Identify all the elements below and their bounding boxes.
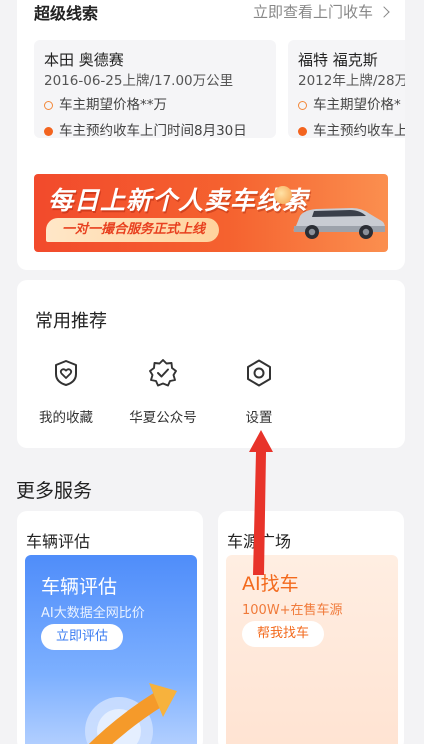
car-source-subtitle: 100W+在售车源 xyxy=(242,603,343,618)
favorites-entry[interactable]: 我的收藏 xyxy=(18,358,114,426)
more-services-title: 更多服务 xyxy=(16,480,93,502)
valuation-panel: 车辆评估 AI大数据全网比价 立即评估 xyxy=(25,555,197,744)
super-leads-header: 超级线索 立即查看上门收车 xyxy=(34,0,390,23)
daily-leads-banner[interactable]: 每日上新个人卖车线索 一对一撮合服务正式上线 xyxy=(34,174,388,252)
official-account-label: 华夏公众号 xyxy=(129,410,197,426)
badge-check-icon xyxy=(149,359,177,387)
view-pickup-label: 立即查看上门收车 xyxy=(252,3,373,21)
car-name: 本田 奥德赛 xyxy=(44,51,124,69)
car-meta: 2016-06-25上牌/17.00万公里 xyxy=(44,73,234,89)
ai-find-car-title: AI找车 xyxy=(242,573,299,595)
solid-dot-icon xyxy=(298,126,307,136)
find-car-for-me-button[interactable]: 帮我找车 xyxy=(242,621,324,647)
hollow-dot-icon xyxy=(298,100,307,110)
heart-shield-icon xyxy=(55,360,77,386)
chevron-right-icon xyxy=(378,5,390,18)
favorites-label: 我的收藏 xyxy=(39,410,93,426)
common-recommend-card: 常用推荐 我的收藏 华夏公众号 设置 xyxy=(17,280,405,448)
super-leads-title: 超级线索 xyxy=(34,4,99,23)
recommend-title: 常用推荐 xyxy=(35,311,107,332)
expected-price-line: 车主期望价格* xyxy=(298,92,405,118)
car-name: 福特 福克斯 xyxy=(298,51,378,69)
lead-car-item[interactable]: 福特 福克斯 2012年上牌/28万 车主期望价格* 车主预约收车上 xyxy=(288,40,405,138)
lead-car-item[interactable]: 本田 奥德赛 2016-06-25上牌/17.00万公里 车主期望价格**万 车… xyxy=(34,40,276,138)
banner-subtitle: 一对一撮合服务正式上线 xyxy=(46,218,220,242)
settings-label: 设置 xyxy=(245,410,273,426)
car-source-card[interactable]: 车源广场 AI找车 100W+在售车源 帮我找车 xyxy=(218,511,404,744)
valuation-header: 车辆评估 xyxy=(26,532,91,551)
solid-dot-icon xyxy=(44,126,53,136)
pickup-time-line: 车主预约收车上 xyxy=(298,118,405,138)
car-source-panel: AI找车 100W+在售车源 帮我找车 xyxy=(226,555,398,744)
expected-price-text: 车主期望价格* xyxy=(313,97,401,113)
car-source-header: 车源广场 xyxy=(227,532,292,551)
expected-price-text: 车主期望价格**万 xyxy=(59,97,167,113)
valuation-subtitle: AI大数据全网比价 xyxy=(41,606,145,621)
official-account-entry[interactable]: 华夏公众号 xyxy=(115,358,211,426)
suv-car-icon xyxy=(293,208,385,239)
settings-hexagon-icon xyxy=(247,359,271,387)
view-pickup-link[interactable]: 立即查看上门收车 xyxy=(252,1,390,22)
trend-arrow-icon xyxy=(85,683,177,744)
expected-price-line: 车主期望价格**万 xyxy=(44,92,266,118)
super-leads-card: 超级线索 立即查看上门收车 本田 奥德赛 2016-06-25上牌/17.00万… xyxy=(17,0,405,270)
settings-entry[interactable]: 设置 xyxy=(211,358,307,426)
vehicle-valuation-card[interactable]: 车辆评估 车辆评估 AI大数据全网比价 立即评估 xyxy=(17,511,203,744)
car-meta: 2012年上牌/28万 xyxy=(298,73,405,89)
banner-title: 每日上新个人卖车线索 xyxy=(48,186,309,215)
pickup-time-text: 车主预约收车上门时间8月30日 xyxy=(59,123,247,138)
pickup-time-text: 车主预约收车上 xyxy=(313,123,405,138)
valuation-title: 车辆评估 xyxy=(41,576,118,598)
hollow-dot-icon xyxy=(44,100,53,110)
evaluate-now-button[interactable]: 立即评估 xyxy=(41,624,123,650)
pickup-time-line: 车主预约收车上门时间8月30日 xyxy=(44,118,266,138)
